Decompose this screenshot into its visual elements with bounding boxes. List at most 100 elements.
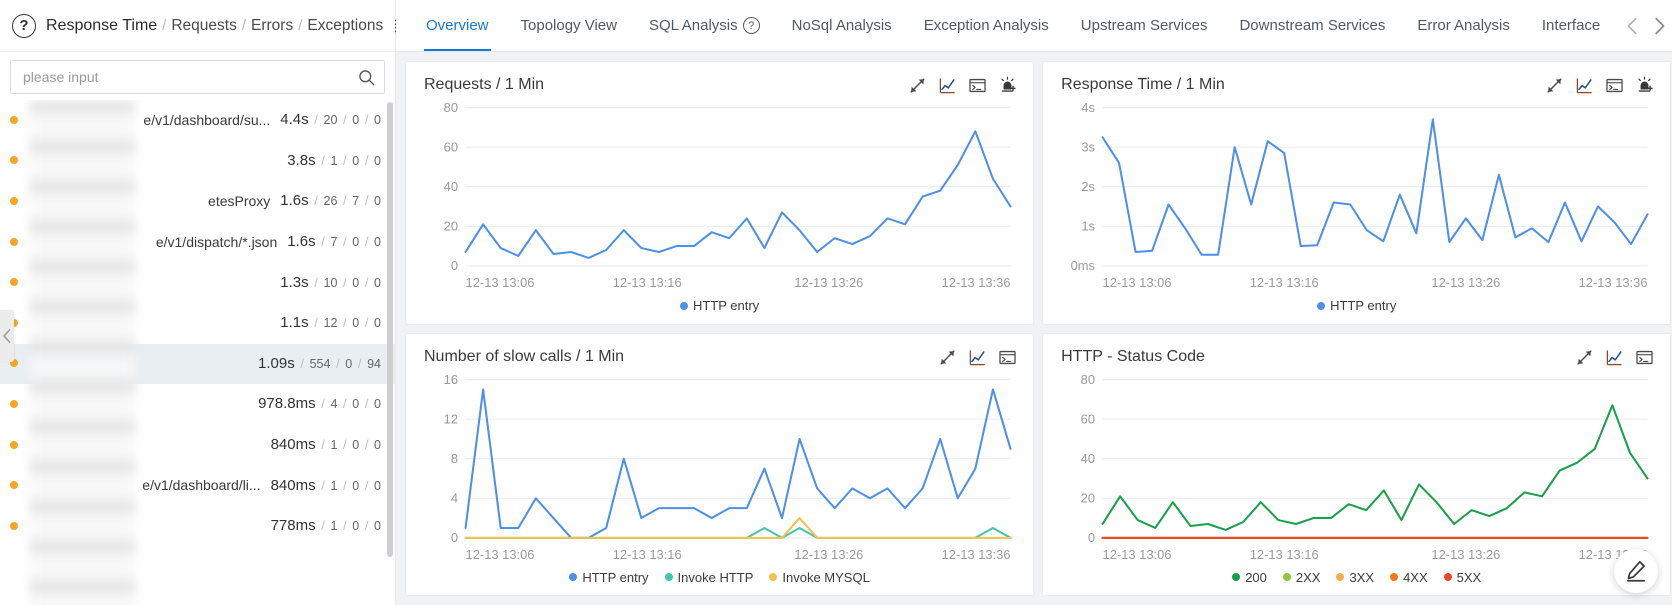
legend-label: Invoke MYSQL [782,569,870,585]
list-scrollbar[interactable] [387,102,393,557]
chart-area-response-time[interactable]: 0ms 1s 2s 3s 4s 12-13 13:06 12-13 13:16 12-13 1… [1043,95,1670,298]
legend-item[interactable]: 3XX [1336,570,1374,585]
tab-nosql-analysis[interactable]: NoSql Analysis [776,0,908,51]
legend-color-dot [1390,573,1399,581]
y-axis-tick: 3s [1082,139,1096,154]
add-alarm-icon[interactable] [1635,76,1654,95]
expand-arrows-icon[interactable] [1575,348,1594,367]
metric-tab-errors[interactable]: Errors [251,17,293,35]
legend-item[interactable]: Invoke HTTP [664,569,754,585]
card-title: Requests / 1 Min [424,76,545,93]
endpoint-list: e/v1/dashboard/su... 4.4s / 20 / 0 / 0 3.8… [0,100,395,547]
status-dot [10,521,18,530]
endpoint-metrics: 1.6s / 26 / 7 / 0 [280,192,381,210]
list-item[interactable]: 1.1s / 12 / 0 / 0 [0,303,395,344]
metric-tab-requests[interactable]: Requests [171,17,236,35]
x-axis-tick: 12-13 13:36 [1579,275,1648,290]
card-tools [908,76,1017,95]
console-icon[interactable] [1605,76,1624,95]
endpoint-metrics: 1.1s / 12 / 0 / 0 [280,314,381,332]
chart-legend-http-status-code: 200 2XX 3XX 4XX 5XX [1043,569,1670,595]
card-tools [938,348,1017,367]
list-item[interactable]: 1.3s / 10 / 0 / 0 [0,262,395,303]
list-item[interactable]: 778ms / 1 / 0 / 0 [0,506,395,547]
list-item[interactable]: 3.8s / 1 / 0 / 0 [0,141,395,182]
metric-tab-exceptions[interactable]: Exceptions [307,17,383,35]
tab-sql-analysis[interactable]: SQL Analysis? [633,0,776,51]
tab-overview[interactable]: Overview [410,0,505,51]
tab-exception-analysis[interactable]: Exception Analysis [908,0,1065,51]
console-icon[interactable] [1635,348,1654,367]
legend-item[interactable]: 5XX [1443,570,1481,585]
x-axis-tick: 12-13 13:16 [1250,547,1319,562]
panel-collapse-handle[interactable] [0,310,14,362]
line-chart-icon[interactable] [1575,76,1594,95]
list-item[interactable]: e/v1/dispatch/*.json 1.6s / 7 / 0 / 0 [0,222,395,263]
legend-item[interactable]: HTTP entry [1317,298,1396,313]
metric-tab-response-time[interactable]: Response Time [46,17,157,35]
list-item[interactable]: e/v1/dashboard/li... 840ms / 1 / 0 / 0 [0,465,395,506]
chart-row-bottom: Number of slow calls / 1 Min 0 4 8 12 16… [406,333,1671,595]
endpoint-metrics: 1.09s / 554 / 0 / 94 [258,354,381,372]
line-chart-icon[interactable] [938,76,957,95]
x-axis-tick: 12-13 13:06 [1103,275,1172,290]
endpoint-metrics: 1.6s / 7 / 0 / 0 [287,233,381,251]
tabs-container: Overview Topology View SQL Analysis? NoSql … [410,0,1616,51]
card-requests: Requests / 1 Min 0 20 40 60 80 12-13 13:… [406,62,1034,324]
tab-downstream-services[interactable]: Downstream Services [1223,0,1401,51]
metric-sort-tabs: Response Time / Requests / Errors / Exce… [46,17,383,35]
card-http-status-code: HTTP - Status Code 0 20 40 60 80 12-13 1… [1043,333,1671,595]
tab-topology-view[interactable]: Topology View [505,0,633,51]
line-chart-icon[interactable] [968,348,987,367]
help-circle-icon[interactable]: ? [12,13,36,38]
legend-item[interactable]: 4XX [1390,570,1428,585]
tab-error-analysis[interactable]: Error Analysis [1401,0,1526,51]
console-icon[interactable] [998,348,1017,367]
chart-boards: Requests / 1 Min 0 20 40 60 80 12-13 13:… [396,52,1672,605]
edit-fab-button[interactable] [1614,549,1658,593]
card-tools [1575,348,1654,367]
legend-color-dot [1317,301,1326,310]
endpoint-metrics: 778ms / 1 / 0 / 0 [270,517,381,535]
line-chart-icon[interactable] [1605,348,1624,367]
card-header: HTTP - Status Code [1043,334,1670,367]
search-box[interactable] [10,60,385,94]
chart-area-requests[interactable]: 0 20 40 60 80 12-13 13:06 12-13 13:16 12-13 13:… [406,95,1033,298]
expand-arrows-icon[interactable] [908,76,927,95]
tab-upstream-services[interactable]: Upstream Services [1065,0,1224,51]
list-item[interactable]: 840ms / 1 / 0 / 0 [0,425,395,466]
list-item[interactable]: 1.09s / 554 / 0 / 94 [0,343,395,385]
chevron-right-icon[interactable] [1648,13,1670,39]
list-item[interactable]: etesProxy 1.6s / 26 / 7 / 0 [0,181,395,222]
list-item[interactable]: 978.8ms / 4 / 0 / 0 [0,384,395,425]
console-icon[interactable] [968,76,987,95]
card-response-time: Response Time / 1 Min 0ms 1s 2s 3s 4s 12… [1043,62,1671,324]
y-axis-tick: 0ms [1071,258,1095,273]
chart-area-slow-calls[interactable]: 0 4 8 12 16 12-13 13:06 12-13 13:16 12-13 13:26… [406,367,1033,570]
search-input[interactable] [23,69,357,85]
status-dot [10,440,18,449]
legend-item[interactable]: HTTP entry [569,570,649,585]
list-item[interactable]: e/v1/dashboard/su... 4.4s / 20 / 0 / 0 [0,100,395,141]
legend-item[interactable]: 200 [1232,570,1267,585]
line-chart-http-status-code: 0 20 40 60 80 12-13 13:06 12-13 13:16 12-13 13:… [1081,371,1649,562]
endpoint-list-area: e/v1/dashboard/su... 4.4s / 20 / 0 / 0 3.8… [0,100,395,605]
expand-arrows-icon[interactable] [938,348,957,367]
legend-item[interactable]: 2XX [1282,570,1320,585]
chevron-left-icon[interactable] [1622,13,1644,39]
legend-color-dot [569,573,578,581]
help-circle-icon[interactable]: ? [742,17,760,34]
chart-area-http-status-code[interactable]: 0 20 40 60 80 12-13 13:06 12-13 13:16 12-13 13:… [1043,367,1670,570]
series-line [1101,403,1649,531]
legend-item[interactable]: HTTP entry [679,298,759,313]
tab-interface[interactable]: Interface [1526,0,1616,51]
search-icon[interactable] [357,68,376,87]
add-alarm-icon[interactable] [998,76,1017,95]
expand-arrows-icon[interactable] [1545,76,1564,95]
line-chart-slow-calls: 0 4 8 12 16 12-13 13:06 12-13 13:16 12-13 13:26… [444,371,1012,561]
legend-color-dot [664,573,673,581]
tab-label: Interface [1541,17,1601,34]
legend-item[interactable]: Invoke MYSQL [769,569,870,585]
legend-label: Invoke HTTP [677,569,754,585]
x-axis-tick: 12-13 13:06 [466,275,535,290]
